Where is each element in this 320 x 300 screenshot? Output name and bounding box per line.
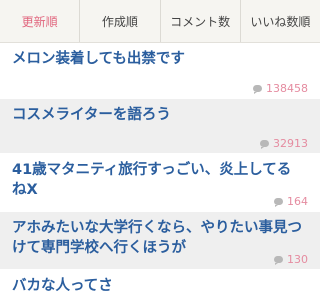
topic-list: メロン装着しても出禁です 138458 コスメライターを語ろう 32913 41… [0, 43, 320, 300]
comment-count-value: 138458 [266, 82, 308, 95]
topic-title: バカな人ってさ [12, 278, 113, 294]
topic-title: アホみたいな大学行くなら、やりたい事見つけて専門学校へ行くほうが [12, 220, 302, 256]
tab-created[interactable]: 作成順 [80, 0, 161, 42]
comment-count-value: 32913 [273, 137, 308, 150]
topic-title: 41歳マタニティ旅行すっごい、炎上してるねX [12, 162, 292, 198]
speech-bubble-icon [253, 85, 262, 94]
topic-title: メロン装着しても出禁です [12, 51, 185, 67]
topic-item[interactable]: アホみたいな大学行くなら、やりたい事見つけて専門学校へ行くほうが 130 [0, 212, 320, 270]
comment-count: 138458 [253, 82, 308, 95]
comment-count: 130 [274, 253, 308, 266]
topic-title: コスメライターを語ろう [12, 107, 171, 123]
topic-item[interactable]: メロン装着しても出禁です 138458 [0, 43, 320, 99]
tab-updated[interactable]: 更新順 [0, 0, 81, 42]
comment-count: 164 [274, 195, 308, 208]
tab-likes[interactable]: いいね数順 [241, 0, 320, 42]
speech-bubble-icon [260, 140, 269, 149]
speech-bubble-icon [274, 256, 283, 265]
comment-count: 32913 [260, 137, 308, 150]
topic-item[interactable]: 41歳マタニティ旅行すっごい、炎上してるねX 164 [0, 154, 320, 212]
tab-comments[interactable]: コメント数 [161, 0, 241, 42]
comment-count-value: 164 [287, 195, 308, 208]
topic-item[interactable]: コスメライターを語ろう 32913 [0, 99, 320, 154]
topic-item[interactable]: バカな人ってさ [0, 270, 320, 300]
comment-count-value: 130 [287, 253, 308, 266]
speech-bubble-icon [274, 198, 283, 207]
sort-tabs: 更新順 作成順 コメント数 いいね数順 [0, 0, 320, 43]
